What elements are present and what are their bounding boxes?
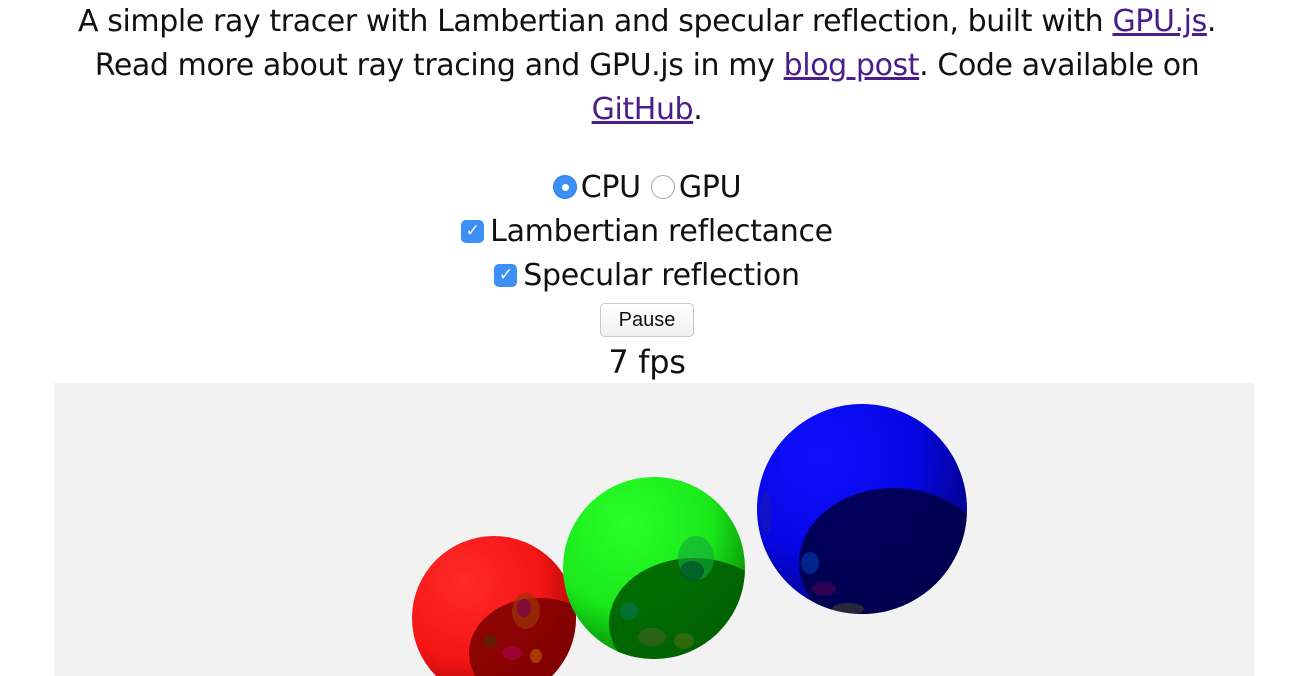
lambertian-label[interactable]: Lambertian reflectance xyxy=(490,214,833,249)
pause-row: Pause xyxy=(0,297,1294,343)
render-scene xyxy=(412,404,967,676)
intro-line-3: GitHub. xyxy=(0,88,1294,132)
gpu-radio-label[interactable]: GPU xyxy=(679,170,742,205)
intro-line-1: A simple ray tracer with Lambertian and … xyxy=(0,0,1294,44)
intro-line-2-text: Read more about ray tracing and GPU.js i… xyxy=(94,48,784,83)
fps-row: 7 fps xyxy=(0,343,1294,381)
controls: CPU GPU ✓ Lambertian reflectance ✓ Specu… xyxy=(0,165,1294,381)
intro-line-2-suffix: . Code available on xyxy=(919,48,1200,83)
github-link[interactable]: GitHub xyxy=(592,92,694,127)
specular-label[interactable]: Specular reflection xyxy=(523,258,800,293)
mode-radio-group: CPU GPU xyxy=(0,165,1294,209)
pause-button[interactable]: Pause xyxy=(600,303,694,337)
specular-checkbox[interactable]: ✓ xyxy=(494,263,518,287)
specular-option: ✓ Specular reflection xyxy=(0,253,1294,297)
cpu-radio-label[interactable]: CPU xyxy=(581,170,641,205)
cpu-radio[interactable] xyxy=(552,175,577,199)
blog-post-link[interactable]: blog post xyxy=(784,48,920,83)
render-canvas xyxy=(54,383,1254,676)
intro-line-3-suffix: . xyxy=(693,92,703,127)
intro-line-2: Read more about ray tracing and GPU.js i… xyxy=(0,44,1294,88)
gpu-radio[interactable] xyxy=(650,175,675,199)
lambertian-option: ✓ Lambertian reflectance xyxy=(0,209,1294,253)
intro-text: A simple ray tracer with Lambertian and … xyxy=(0,0,1294,132)
lambertian-checkbox[interactable]: ✓ xyxy=(461,219,485,243)
fps-counter: 7 fps xyxy=(608,343,686,381)
gpujs-link[interactable]: GPU.js xyxy=(1112,4,1207,39)
intro-line-1-text: A simple ray tracer with Lambertian and … xyxy=(78,4,1113,39)
intro-line-1-suffix: . xyxy=(1206,4,1217,39)
blue-sphere xyxy=(757,404,967,614)
green-sphere xyxy=(563,477,745,659)
